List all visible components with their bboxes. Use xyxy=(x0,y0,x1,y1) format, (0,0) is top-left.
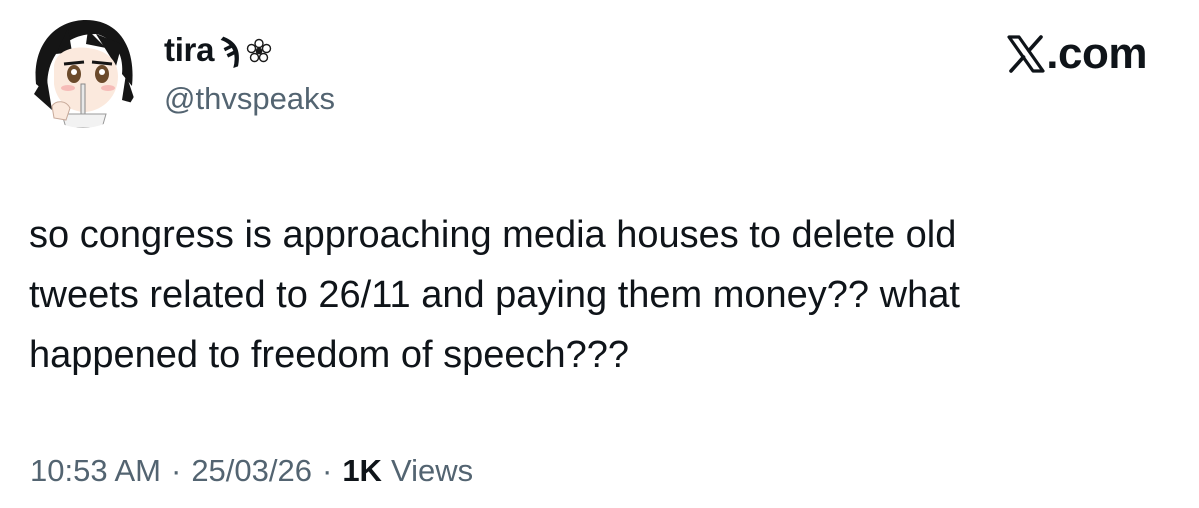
display-name-text: tira xyxy=(164,31,215,68)
meta-separator: · xyxy=(170,453,182,488)
tweet-text: so congress is approaching media houses … xyxy=(29,214,960,376)
tweet-date[interactable]: 25/03/26 xyxy=(191,451,312,491)
author-display-name[interactable]: tira ϡ xyxy=(164,30,272,70)
display-name-glyph: ϡ xyxy=(220,31,240,68)
brand-label: .com xyxy=(1006,30,1147,78)
views-label[interactable]: Views xyxy=(391,451,473,491)
x-logo-icon xyxy=(1007,35,1045,73)
tweet-meta: 10:53 AM · 25/03/26 · 1K Views xyxy=(30,451,473,491)
anime-girl-avatar-image xyxy=(26,14,140,128)
tweet-time[interactable]: 10:53 AM xyxy=(30,451,161,491)
meta-separator-2: · xyxy=(321,453,333,488)
views-count[interactable]: 1K xyxy=(342,451,382,491)
author-handle[interactable]: @thvspeaks xyxy=(164,80,335,118)
avatar[interactable] xyxy=(26,14,140,128)
flower-icon xyxy=(246,38,272,64)
tweet-card: tira ϡ @thvspeaks .com so congress is ap… xyxy=(0,0,1199,508)
brand-suffix: .com xyxy=(1046,29,1147,78)
